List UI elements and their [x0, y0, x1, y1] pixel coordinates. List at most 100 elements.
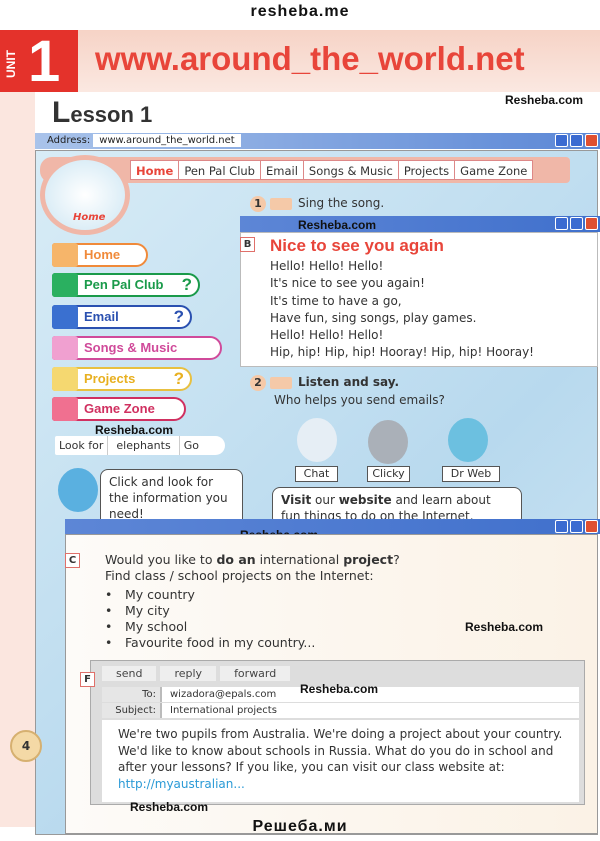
email-toolbar: send reply forward [102, 666, 291, 681]
tab-email[interactable]: Email [261, 161, 304, 179]
tab-home[interactable]: Home [131, 161, 180, 179]
chat-bird-character [297, 418, 337, 462]
sidebar-item-projects[interactable]: Projects? [52, 367, 192, 391]
song-window-titlebar [240, 216, 600, 232]
watermark: Resheba.com [505, 93, 584, 107]
watermark: Resheba.com [300, 682, 379, 696]
address-bar: Address: www.around_the_world.net [35, 133, 600, 149]
lyric-line: It's time to have a go, [270, 293, 402, 308]
sidebar-item-label: Game Zone [84, 401, 155, 416]
close-icon[interactable] [585, 134, 598, 147]
go-button[interactable]: Go [180, 436, 203, 455]
minimize-icon[interactable] [555, 217, 568, 230]
nav-tabs: Home Pen Pal Club Email Songs & Music Pr… [130, 160, 534, 180]
address-label: Address: [47, 135, 91, 146]
tab-songs-music[interactable]: Songs & Music [304, 161, 399, 179]
envelope-icon [52, 305, 78, 329]
watermark: Resheba.com [95, 423, 174, 437]
address-input[interactable]: www.around_the_world.net [93, 134, 241, 147]
sidebar-item-game-zone[interactable]: Game Zone [52, 397, 186, 421]
search-box: Look for elephants Go [55, 436, 225, 455]
project-window-titlebar [65, 519, 600, 534]
search-input[interactable]: elephants [107, 436, 180, 455]
reply-button[interactable]: reply [160, 666, 217, 681]
character-label-dr-web: Dr Web [442, 466, 500, 482]
sidebar-item-label: Pen Pal Club [84, 277, 164, 292]
to-label: To: [102, 687, 162, 702]
project-list: My country My city My school Favourite f… [105, 587, 315, 651]
exercise-instruction: Sing the song. [298, 196, 385, 210]
watermark: Resheba.com [130, 800, 209, 814]
pencil-icon [52, 367, 78, 391]
sidebar-item-pen-pal-club[interactable]: Pen Pal Club? [52, 273, 200, 297]
exercise-number: 2 [250, 375, 266, 391]
watermark: Resheba.com [465, 620, 544, 634]
help-icon: ? [173, 307, 184, 326]
cd-icon [270, 376, 292, 389]
sidebar-item-label: Email [84, 309, 119, 324]
tab-pen-pal-club[interactable]: Pen Pal Club [179, 161, 261, 179]
list-item: Favourite food in my country... [105, 635, 315, 651]
lyric-line: Have fun, sing songs, play games. [270, 310, 477, 325]
exercise-1: 1 Sing the song. [250, 196, 384, 212]
section-label-b: B [240, 237, 255, 252]
watermark-bottom: Решеба.ми [252, 818, 348, 835]
list-item: My school [105, 619, 315, 635]
unit-label: UNIT [4, 50, 18, 78]
song-lyrics: Hello! Hello! Hello! It's nice to see yo… [270, 258, 534, 362]
sidebar-item-songs-music[interactable]: Songs & Music [52, 336, 222, 360]
close-icon[interactable] [585, 217, 598, 230]
send-button[interactable]: send [102, 666, 157, 681]
sidebar-item-email[interactable]: Email? [52, 305, 192, 329]
site-logo[interactable]: Home [40, 155, 130, 235]
music-note-icon [52, 336, 78, 360]
help-icon: ? [173, 369, 184, 388]
forward-button[interactable]: forward [220, 666, 291, 681]
maximize-icon[interactable] [570, 217, 583, 230]
tab-game-zone[interactable]: Game Zone [455, 161, 532, 179]
exercise-2: 2 Listen and say. Who helps you send emai… [250, 375, 510, 407]
lyric-line: Hello! Hello! Hello! [270, 259, 384, 273]
maximize-icon[interactable] [570, 134, 583, 147]
margin-strip [0, 92, 35, 827]
song-title: Nice to see you again [270, 236, 444, 255]
unit-badge: UNIT 1 [0, 29, 78, 94]
list-item: My city [105, 603, 315, 619]
character-label-clicky: Clicky [367, 466, 410, 482]
sidebar-item-home[interactable]: Home [52, 243, 148, 267]
exercise-instruction: Listen and say. [298, 375, 400, 389]
page-title: www.around_the_world.net [95, 40, 525, 77]
project-intro: Would you like to do an international pr… [105, 552, 400, 583]
website-link[interactable]: http://myaustralian... [118, 777, 245, 791]
lesson-title: Lesson 1 [52, 96, 153, 129]
minimize-icon[interactable] [555, 520, 568, 533]
unit-number: 1 [28, 29, 61, 94]
watermark: Resheba.com [298, 218, 377, 232]
list-item: My country [105, 587, 315, 603]
house-icon [52, 243, 78, 267]
game-icon [52, 397, 78, 421]
minimize-icon[interactable] [555, 134, 568, 147]
to-field[interactable]: wizadora@epals.com [162, 687, 276, 702]
help-icon: ? [181, 275, 192, 294]
section-label-f: F [80, 672, 95, 687]
tab-projects[interactable]: Projects [399, 161, 456, 179]
lyric-line: Hip, hip! Hip, hip! Hooray! Hip, hip! Ho… [270, 345, 534, 360]
lyric-line: It's nice to see you again! [270, 276, 425, 291]
sidebar-item-label: Songs & Music [84, 340, 178, 355]
subject-field[interactable]: International projects [162, 703, 277, 718]
watermark-top: resheba.me [250, 3, 350, 20]
pen-pal-icon [52, 273, 78, 297]
subject-row: Subject: International projects [102, 703, 579, 718]
sidebar-item-label: Home [84, 247, 121, 262]
lyric-line: Hello! Hello! Hello! [270, 328, 384, 343]
exercise-question: Who helps you send emails? [274, 393, 445, 407]
close-icon[interactable] [585, 520, 598, 533]
window-controls [555, 134, 598, 147]
logo-home-text: Home [73, 212, 106, 223]
exercise-number: 1 [250, 196, 266, 212]
email-body[interactable]: We're two pupils from Australia. We're d… [102, 720, 579, 802]
maximize-icon[interactable] [570, 520, 583, 533]
subject-label: Subject: [102, 703, 162, 718]
dr-web-character [448, 418, 488, 462]
